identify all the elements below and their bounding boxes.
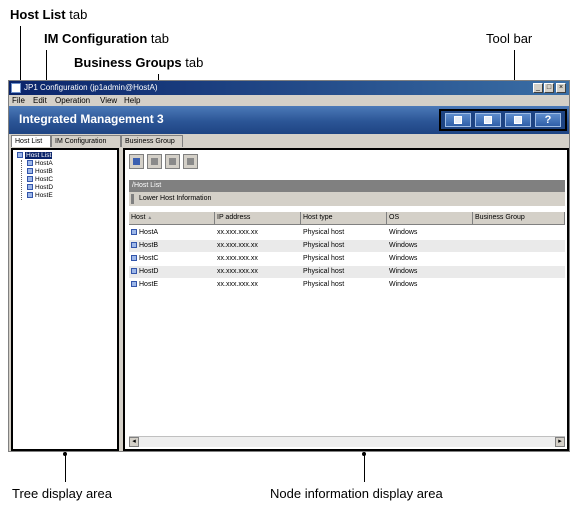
minimize-button[interactable]: _ (533, 83, 543, 93)
help-button[interactable]: ? (535, 113, 561, 127)
column-host[interactable]: Host ▲ (129, 212, 215, 224)
host-icon (131, 268, 137, 275)
menu-help[interactable]: Help (124, 95, 140, 106)
callout-im-configuration-tab: IM Configuration tab (44, 31, 169, 46)
banner: Integrated Management 3 ? (9, 106, 569, 134)
host-icon (131, 242, 137, 249)
menu-operation[interactable]: Operation (55, 95, 90, 106)
column-ip-address[interactable]: IP address (215, 212, 301, 224)
host-add-icon (151, 158, 158, 165)
section-marker (131, 194, 134, 204)
tab-business-group[interactable]: Business Group (121, 135, 183, 147)
tab-host-list[interactable]: Host List (11, 135, 51, 147)
leader-node-area (364, 452, 365, 482)
brand-label: Integrated Management 3 (19, 112, 164, 126)
scroll-left-icon[interactable]: ◂ (129, 437, 139, 447)
section-bar: Lower Host Information (129, 192, 565, 206)
tab-strip: Host List IM Configuration Business Grou… (9, 135, 569, 147)
sort-ascending-icon: ▲ (147, 215, 153, 221)
window-icon (454, 116, 462, 124)
tool-bar: ? (439, 109, 567, 131)
node-information-display-area: /Host List Lower Host Information Host ▲… (123, 148, 569, 451)
host-icon (131, 229, 137, 236)
table-row[interactable]: HostA xx.xxx.xxx.xx Physical host Window… (129, 227, 565, 239)
table-header: Host ▲ IP address Host type OS Business … (129, 212, 565, 225)
host-delete-icon (187, 158, 194, 165)
tree-item-host[interactable]: HostC (27, 176, 53, 184)
info-button-4[interactable] (183, 154, 198, 169)
toolbar-button-1[interactable] (445, 113, 471, 127)
host-icon (27, 160, 33, 167)
maximize-button[interactable]: □ (544, 83, 554, 93)
host-edit-icon (169, 158, 176, 165)
leader-dot-node-area (362, 452, 366, 456)
title-bar: JP1 Configuration (jp1admin@HostA) _ □ × (9, 81, 569, 95)
host-icon (131, 255, 137, 262)
table-row[interactable]: HostE xx.xxx.xxx.xx Physical host Window… (129, 279, 565, 291)
tree-root[interactable]: Host List (17, 152, 53, 160)
leader-tree-area (65, 452, 66, 482)
tab-im-configuration[interactable]: IM Configuration (51, 135, 121, 147)
host-icon (27, 192, 33, 199)
leader-dot-tree-area (63, 452, 67, 456)
column-host-type[interactable]: Host type (301, 212, 387, 224)
app-icon (11, 83, 21, 93)
window-icon (484, 116, 492, 124)
tree-item-host[interactable]: HostA (27, 160, 53, 168)
callout-host-list-tab: Host List tab (10, 7, 88, 22)
column-os[interactable]: OS (387, 212, 473, 224)
table-row[interactable]: HostD xx.xxx.xxx.xx Physical host Window… (129, 266, 565, 278)
callout-business-groups-tab: Business Groups tab (74, 55, 204, 70)
path-bar: /Host List (129, 180, 565, 192)
callout-tree-display-area: Tree display area (12, 486, 112, 501)
callout-tool-bar: Tool bar (486, 31, 533, 46)
horizontal-scrollbar[interactable]: ◂ ▸ (129, 436, 565, 447)
table-row[interactable]: HostB xx.xxx.xxx.xx Physical host Window… (129, 240, 565, 252)
section-title: Lower Host Information (139, 195, 212, 202)
host-list-icon (17, 152, 23, 159)
toolbar-button-2[interactable] (475, 113, 501, 127)
info-button-2[interactable] (147, 154, 162, 169)
tree-item-host[interactable]: HostE (27, 192, 53, 200)
menu-file[interactable]: File (12, 95, 25, 106)
toolbar-button-3[interactable] (505, 113, 531, 127)
tree-item-host[interactable]: HostB (27, 168, 53, 176)
host-icon (27, 184, 33, 191)
host-icon (27, 168, 33, 175)
tree-connector (21, 160, 23, 200)
window-icon (514, 116, 522, 124)
scroll-right-icon[interactable]: ▸ (555, 437, 565, 447)
menu-bar: File Edit Operation View Help (9, 95, 569, 106)
tree-item-host[interactable]: HostD (27, 184, 53, 192)
app-window: JP1 Configuration (jp1admin@HostA) _ □ ×… (8, 80, 570, 452)
column-business-group[interactable]: Business Group (473, 212, 565, 224)
menu-edit[interactable]: Edit (33, 95, 47, 106)
callout-node-information-display-area: Node information display area (270, 486, 443, 501)
close-button[interactable]: × (556, 83, 566, 93)
info-button-1[interactable] (129, 154, 144, 169)
host-icon (131, 281, 137, 288)
tree-display-area: Host List HostA HostB HostC HostD HostE (11, 148, 119, 451)
table-row[interactable]: HostC xx.xxx.xxx.xx Physical host Window… (129, 253, 565, 265)
host-list-icon (133, 158, 140, 165)
menu-view[interactable]: View (100, 95, 117, 106)
window-title: JP1 Configuration (jp1admin@HostA) (24, 83, 158, 92)
info-button-3[interactable] (165, 154, 180, 169)
host-icon (27, 176, 33, 183)
